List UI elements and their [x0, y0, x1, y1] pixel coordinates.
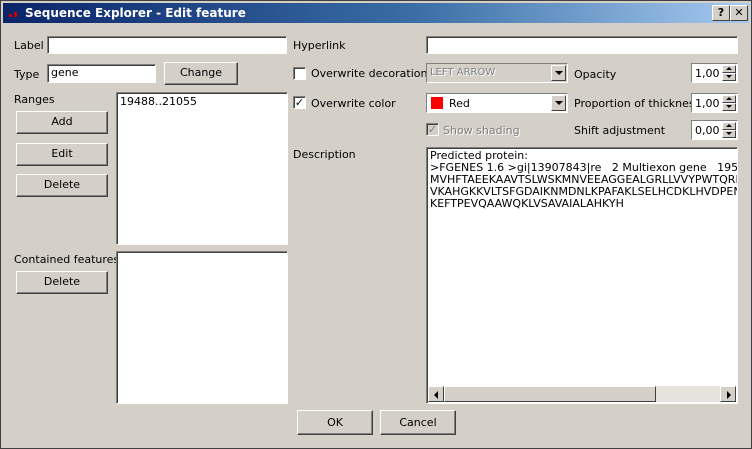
- overwrite-decoration-checkbox[interactable]: [293, 67, 306, 80]
- shift-value: 0,00: [695, 124, 720, 137]
- color-swatch: [431, 97, 443, 109]
- edit-range-button[interactable]: Edit: [16, 143, 108, 166]
- help-button[interactable]: ?: [712, 5, 730, 21]
- ranges-list[interactable]: 19488..21055: [116, 92, 288, 245]
- shift-label: Shift adjustment: [574, 124, 666, 137]
- delete-contained-button[interactable]: Delete: [16, 271, 108, 294]
- chevron-down-icon: [551, 65, 566, 81]
- description-line: KEFTPEVQAAWQKLVSAVAIALAHKYH: [430, 197, 624, 210]
- overwrite-color-checkbox[interactable]: ✓: [293, 96, 306, 109]
- edit-feature-dialog: Sequence Explorer - Edit feature ? ✕ Lab…: [0, 0, 752, 449]
- description-label: Description: [293, 148, 356, 161]
- app-icon: [9, 12, 17, 17]
- list-item[interactable]: 19488..21055: [120, 95, 284, 108]
- opacity-spinner[interactable]: 1,00: [691, 63, 738, 83]
- window-title: Sequence Explorer - Edit feature: [25, 6, 246, 20]
- thickness-spinner[interactable]: 1,00: [691, 93, 738, 113]
- contained-features-list[interactable]: [116, 251, 288, 404]
- show-shading-label: Show shading: [443, 124, 520, 137]
- chevron-down-icon: [551, 95, 566, 111]
- label-label: Label: [14, 39, 44, 52]
- type-input[interactable]: gene: [47, 64, 156, 83]
- horizontal-scrollbar[interactable]: [428, 386, 736, 402]
- title-bar[interactable]: Sequence Explorer - Edit feature ? ✕: [3, 3, 749, 23]
- change-type-button[interactable]: Change: [164, 62, 238, 85]
- cancel-button[interactable]: Cancel: [380, 410, 456, 435]
- spin-up-icon[interactable]: [722, 95, 736, 103]
- spin-down-icon[interactable]: [722, 73, 736, 81]
- overwrite-color-label: Overwrite color: [311, 97, 396, 110]
- type-label: Type: [14, 68, 40, 81]
- opacity-label: Opacity: [574, 68, 617, 81]
- color-value: Red: [449, 97, 470, 110]
- add-range-button[interactable]: Add: [16, 111, 108, 134]
- label-input[interactable]: [47, 36, 287, 54]
- scroll-thumb[interactable]: [444, 386, 656, 402]
- hyperlink-input[interactable]: [426, 36, 738, 54]
- opacity-value: 1,00: [695, 67, 720, 80]
- scroll-right-icon[interactable]: [720, 386, 736, 402]
- help-icon: ?: [717, 6, 725, 19]
- close-button[interactable]: ✕: [730, 5, 748, 21]
- overwrite-decoration-label: Overwrite decoration: [311, 67, 428, 80]
- spin-up-icon[interactable]: [722, 65, 736, 73]
- spin-down-icon[interactable]: [722, 130, 736, 138]
- thickness-label: Proportion of thickness: [574, 97, 701, 110]
- decoration-select[interactable]: LEFT ARROW: [426, 63, 568, 83]
- ranges-label: Ranges: [14, 93, 55, 106]
- delete-range-button[interactable]: Delete: [16, 174, 108, 197]
- hyperlink-label: Hyperlink: [293, 39, 346, 52]
- close-icon: ✕: [734, 6, 744, 19]
- thickness-value: 1,00: [695, 97, 720, 110]
- contained-features-label: Contained features: [14, 253, 120, 266]
- spin-up-icon[interactable]: [722, 122, 736, 130]
- scroll-left-icon[interactable]: [428, 386, 444, 402]
- shift-spinner[interactable]: 0,00: [691, 120, 738, 140]
- decoration-value: LEFT ARROW: [430, 67, 496, 78]
- show-shading-checkbox[interactable]: ✓: [426, 123, 439, 136]
- description-textarea[interactable]: Predicted protein: >FGENES 1.6 >gi|13907…: [426, 147, 738, 404]
- spin-down-icon[interactable]: [722, 103, 736, 111]
- color-select[interactable]: Red: [426, 93, 568, 113]
- ok-button[interactable]: OK: [297, 410, 373, 435]
